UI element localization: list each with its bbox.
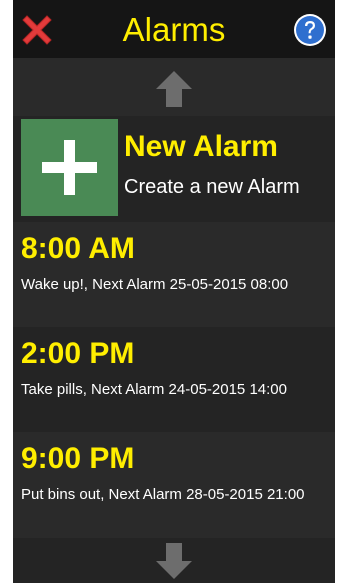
alarm-time: 9:00 PM: [21, 442, 135, 475]
page-title: Alarms: [122, 11, 226, 48]
alarm-item[interactable]: 9:00 PM Put bins out, Next Alarm 28-05-2…: [13, 432, 335, 538]
alarm-description: Wake up!, Next Alarm 25-05-2015 08:00: [21, 276, 289, 293]
alarms-screen: Alarms New Alarm Create a new Alarm 8:00…: [13, 0, 335, 583]
alarm-item[interactable]: 2:00 PM Take pills, Next Alarm 24-05-201…: [13, 327, 335, 432]
new-alarm-tile: [21, 119, 118, 216]
header-bar: Alarms: [13, 0, 335, 58]
alarm-item[interactable]: 8:00 AM Wake up!, Next Alarm 25-05-2015 …: [13, 222, 335, 327]
arrow-down-icon: [156, 542, 192, 579]
scroll-up-button[interactable]: [13, 63, 335, 115]
alarm-description: Put bins out, Next Alarm 28-05-2015 21:0…: [21, 486, 305, 503]
scroll-down-button[interactable]: [13, 538, 335, 583]
new-alarm-title: New Alarm: [124, 130, 278, 163]
new-alarm-button[interactable]: New Alarm Create a new Alarm: [13, 116, 335, 222]
new-alarm-subtitle: Create a new Alarm: [124, 176, 300, 198]
alarm-time: 2:00 PM: [21, 337, 135, 370]
alarm-time: 8:00 AM: [21, 232, 135, 265]
arrow-up-icon: [156, 71, 192, 107]
plus-icon: [42, 140, 97, 195]
help-button[interactable]: [293, 13, 327, 47]
help-icon: [294, 14, 326, 46]
alarm-description: Take pills, Next Alarm 24-05-2015 14:00: [21, 381, 287, 398]
